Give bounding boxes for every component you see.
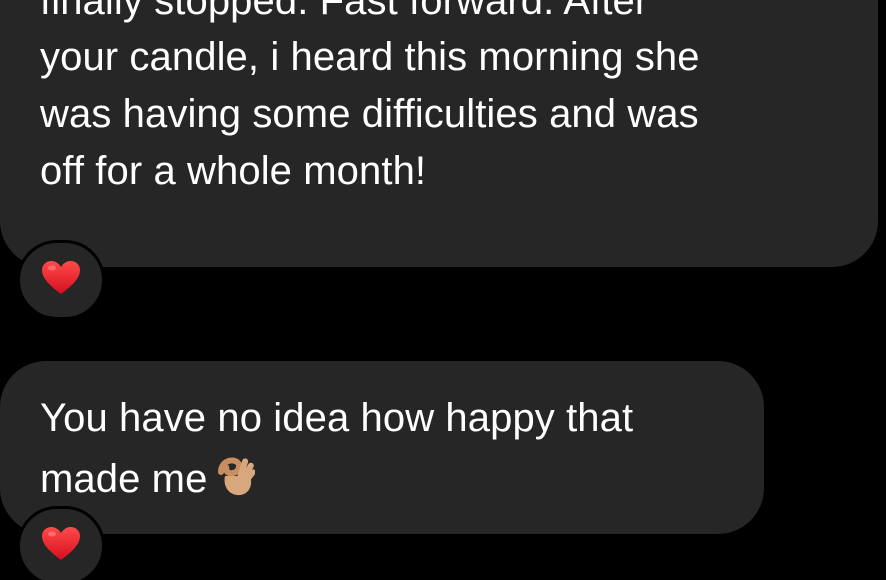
red-heart-icon: [41, 260, 81, 301]
message-text: made me: [40, 457, 208, 501]
ok-hand-icon: [215, 454, 257, 505]
red-heart-icon: [41, 526, 81, 567]
message-text-line: finally stopped. Fast forward. After: [40, 0, 649, 23]
reaction-badge[interactable]: [17, 240, 105, 320]
message-text-line: You have no idea how happy that: [40, 396, 634, 440]
message-text-line: off for a whole month!: [40, 149, 427, 193]
message-text-line: made me: [40, 454, 257, 505]
reaction-badge[interactable]: [17, 506, 105, 580]
message-text-line: your candle, i heard this morning she: [40, 35, 700, 79]
message-bubble[interactable]: finally stopped. Fast forward. After you…: [0, 0, 878, 267]
message-bubble[interactable]: You have no idea how happy that made me: [0, 361, 764, 534]
message-text-line: was having some difficulties and was: [40, 92, 699, 136]
